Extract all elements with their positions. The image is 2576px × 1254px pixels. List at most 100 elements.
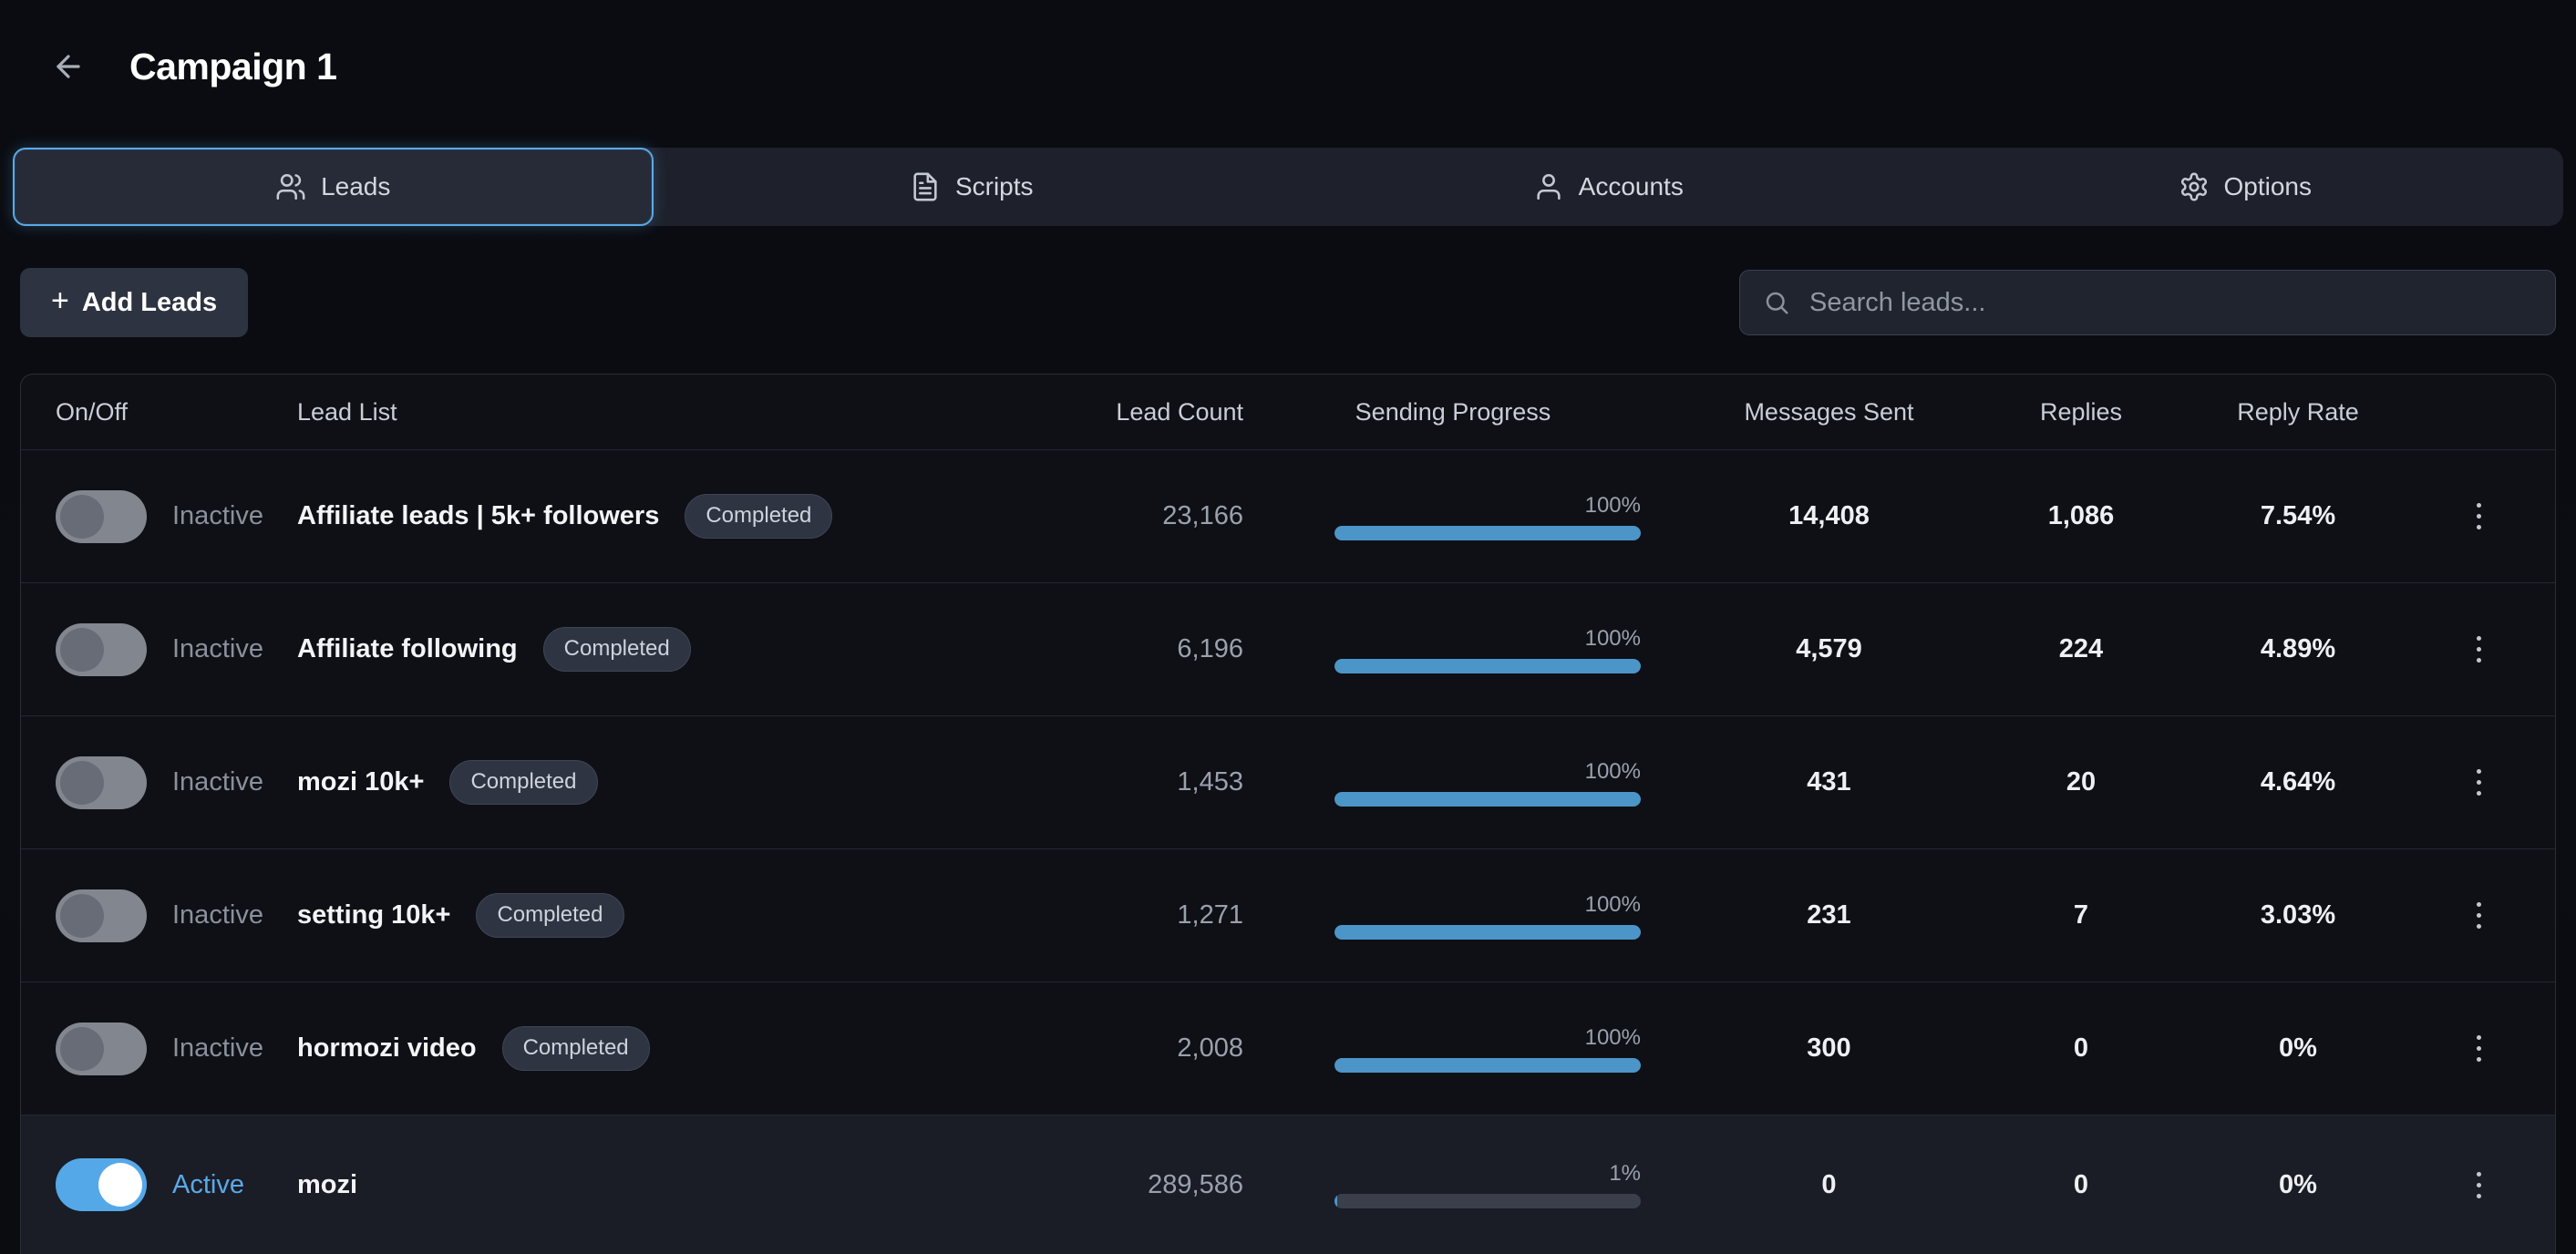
kebab-menu-icon[interactable] [2455,759,2502,807]
completed-badge: Completed [449,760,597,805]
messages-sent: 300 [1663,1033,1995,1064]
replies-count: 1,086 [1995,501,2167,531]
plus-icon: + [51,285,69,316]
onoff-toggle[interactable] [56,1158,147,1211]
progress-bar [1334,925,1641,940]
progress-percent-label: 100% [1585,892,1641,918]
tab-label: Options [2224,172,2313,201]
toolbar: + Add Leads [20,268,2556,337]
lead-list-name: setting 10k+ [297,900,450,930]
table-row: Inactive mozi 10k+ Completed 1,453 100% … [21,715,2555,848]
toggle-knob [60,1027,104,1071]
col-header-onoff: On/Off [56,398,297,427]
search-input[interactable] [1739,270,2556,335]
arrow-left-icon [51,49,86,84]
table-row: Active mozi 289,586 1% 0 0 0% [21,1115,2555,1254]
table-row: Inactive Affiliate following Completed 6… [21,582,2555,715]
sending-progress: 100% [1334,626,1641,673]
leads-table: On/Off Lead List Lead Count Sending Prog… [20,374,2556,1254]
onoff-toggle[interactable] [56,1023,147,1075]
sending-progress: 100% [1334,759,1641,807]
kebab-menu-icon[interactable] [2455,493,2502,540]
search-box [1739,270,2556,335]
status-label: Inactive [172,501,263,531]
lead-list-name: mozi [297,1170,357,1200]
col-header-lead-count: Lead Count [1079,398,1243,427]
progress-percent-label: 100% [1585,493,1641,519]
toggle-knob [60,628,104,672]
progress-bar [1334,526,1641,540]
tab-scripts[interactable]: Scripts [654,148,1291,226]
status-label: Inactive [172,767,263,797]
kebab-menu-icon[interactable] [2455,1025,2502,1073]
sending-progress: 100% [1334,892,1641,940]
progress-bar-fill [1334,526,1641,540]
progress-bar [1334,659,1641,673]
sending-progress: 100% [1334,1025,1641,1073]
lead-count: 23,166 [1079,501,1243,531]
page-header: Campaign 1 [0,0,2576,91]
reply-rate: 4.89% [2167,634,2429,664]
kebab-menu-icon[interactable] [2455,1161,2502,1208]
replies-count: 0 [1995,1033,2167,1064]
messages-sent: 4,579 [1663,634,1995,664]
tab-label: Leads [321,172,390,201]
tab-label: Scripts [955,172,1034,201]
tab-leads[interactable]: Leads [13,148,654,226]
reply-rate: 7.54% [2167,501,2429,531]
lead-count: 6,196 [1079,634,1243,664]
messages-sent: 231 [1663,900,1995,930]
kebab-menu-icon[interactable] [2455,626,2502,673]
onoff-toggle[interactable] [56,889,147,942]
reply-rate: 3.03% [2167,900,2429,930]
lead-count: 1,271 [1079,900,1243,930]
onoff-toggle[interactable] [56,623,147,676]
table-row: Inactive setting 10k+ Completed 1,271 10… [21,848,2555,982]
add-leads-label: Add Leads [82,288,217,318]
onoff-toggle[interactable] [56,756,147,809]
reply-rate: 0% [2167,1033,2429,1064]
progress-percent-label: 100% [1585,1025,1641,1051]
users-icon [275,171,306,202]
page-title: Campaign 1 [129,46,336,88]
toggle-knob [60,894,104,938]
status-label: Inactive [172,1033,263,1064]
toggle-knob [60,761,104,805]
completed-badge: Completed [543,627,691,672]
back-button[interactable] [51,49,86,84]
progress-bar [1334,1194,1641,1208]
sending-progress: 1% [1334,1161,1641,1208]
user-icon [1533,171,1564,202]
gear-icon [2179,171,2210,202]
lead-count: 289,586 [1079,1170,1243,1200]
reply-rate: 4.64% [2167,767,2429,797]
completed-badge: Completed [476,893,623,938]
table-row: Inactive hormozi video Completed 2,008 1… [21,982,2555,1115]
toggle-knob [98,1163,142,1207]
toggle-knob [60,495,104,539]
table-body: Inactive Affiliate leads | 5k+ followers… [21,449,2555,1254]
status-label: Inactive [172,900,263,930]
lead-list-name: Affiliate following [297,634,518,664]
replies-count: 20 [1995,767,2167,797]
lead-list-name: hormozi video [297,1033,477,1064]
onoff-toggle[interactable] [56,490,147,543]
progress-bar-fill [1334,925,1641,940]
add-leads-button[interactable]: + Add Leads [20,268,248,337]
messages-sent: 431 [1663,767,1995,797]
messages-sent: 0 [1663,1170,1995,1200]
col-header-replies: Replies [1995,398,2167,427]
tab-options[interactable]: Options [1927,148,2564,226]
col-header-reply-rate: Reply Rate [2167,398,2429,427]
replies-count: 224 [1995,634,2167,664]
replies-count: 0 [1995,1170,2167,1200]
completed-badge: Completed [685,494,832,539]
col-header-sending-progress: Sending Progress [1243,398,1663,427]
file-icon [910,171,941,202]
reply-rate: 0% [2167,1170,2429,1200]
kebab-menu-icon[interactable] [2455,892,2502,940]
lead-list-name: Affiliate leads | 5k+ followers [297,501,659,531]
progress-percent-label: 1% [1609,1161,1641,1187]
sending-progress: 100% [1334,493,1641,540]
tab-accounts[interactable]: Accounts [1290,148,1927,226]
